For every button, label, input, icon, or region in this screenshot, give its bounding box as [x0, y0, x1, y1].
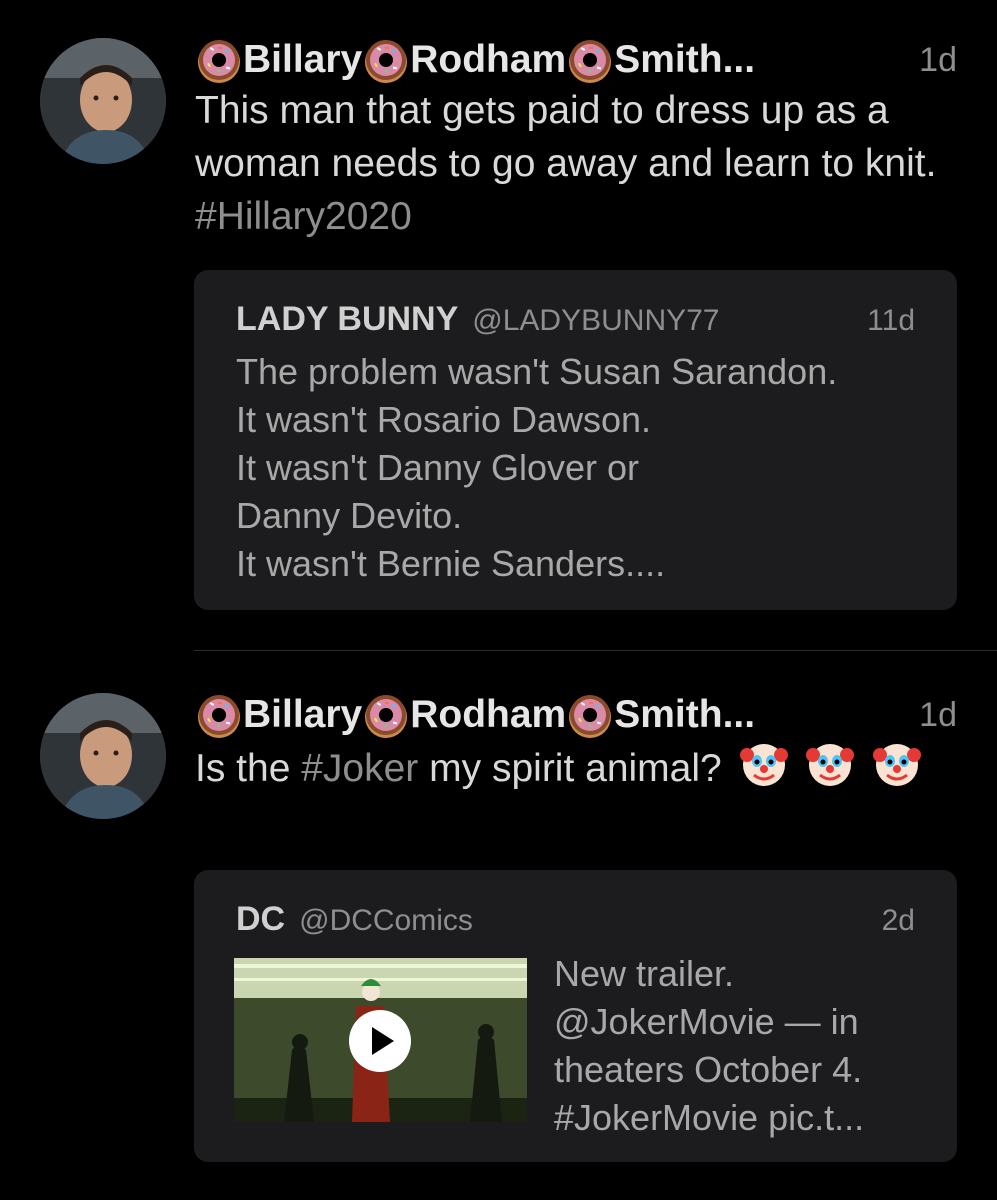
- quoted-tweet-timestamp: 11d: [867, 304, 915, 337]
- donut-icon: [362, 691, 410, 739]
- tweet[interactable]: Billary Rodham Smith... 1d This man that…: [0, 30, 997, 630]
- author-name[interactable]: Billary Rodham Smith...: [195, 691, 755, 739]
- play-icon[interactable]: [349, 1010, 411, 1072]
- quoted-tweet[interactable]: DC @DCComics 2d New trailer. @JokerMovie…: [194, 870, 957, 1162]
- divider: [194, 650, 997, 651]
- tweet-timestamp: 1d: [919, 695, 957, 734]
- donut-icon: [195, 691, 243, 739]
- donut-icon: [195, 36, 243, 84]
- quoted-tweet-text: New trailer. @JokerMovie — in theaters O…: [554, 953, 865, 1138]
- quoted-author-handle: @LADYBUNNY77: [472, 304, 720, 337]
- author-name[interactable]: Billary Rodham Smith...: [195, 36, 755, 84]
- tweet-text: Is the #Joker my spirit animal?: [195, 739, 937, 795]
- tweet-header: Billary Rodham Smith... 1d: [195, 30, 957, 90]
- quoted-tweet-header: LADY BUNNY @LADYBUNNY77 11d: [236, 300, 915, 344]
- quoted-author-name: LADY BUNNY: [236, 300, 459, 338]
- quoted-tweet-text: The problem wasn't Susan Sarandon. It wa…: [236, 351, 838, 584]
- tweet-text: This man that gets paid to dress up as a…: [195, 89, 937, 238]
- hashtag-link[interactable]: #Hillary2020: [195, 195, 412, 238]
- clown-icon: [805, 739, 855, 789]
- clown-icon: [872, 739, 922, 789]
- quoted-tweet-timestamp: 2d: [881, 904, 915, 937]
- donut-icon: [362, 36, 410, 84]
- tweet-header: Billary Rodham Smith... 1d: [195, 685, 957, 745]
- tweet[interactable]: Billary Rodham Smith... 1d Is the #Joker…: [0, 685, 997, 1175]
- avatar[interactable]: [40, 693, 166, 819]
- donut-icon: [566, 691, 614, 739]
- quoted-author-handle: @DCComics: [299, 904, 473, 937]
- quoted-author-name: DC: [236, 900, 286, 938]
- tweet-timestamp: 1d: [919, 40, 957, 79]
- clown-icon: [739, 739, 789, 789]
- quoted-tweet[interactable]: LADY BUNNY @LADYBUNNY77 11d The problem …: [194, 270, 957, 610]
- hashtag-link[interactable]: #Joker: [301, 747, 418, 790]
- donut-icon: [566, 36, 614, 84]
- video-thumbnail[interactable]: [234, 958, 527, 1122]
- avatar[interactable]: [40, 38, 166, 164]
- quoted-tweet-header: DC @DCComics 2d: [236, 900, 915, 944]
